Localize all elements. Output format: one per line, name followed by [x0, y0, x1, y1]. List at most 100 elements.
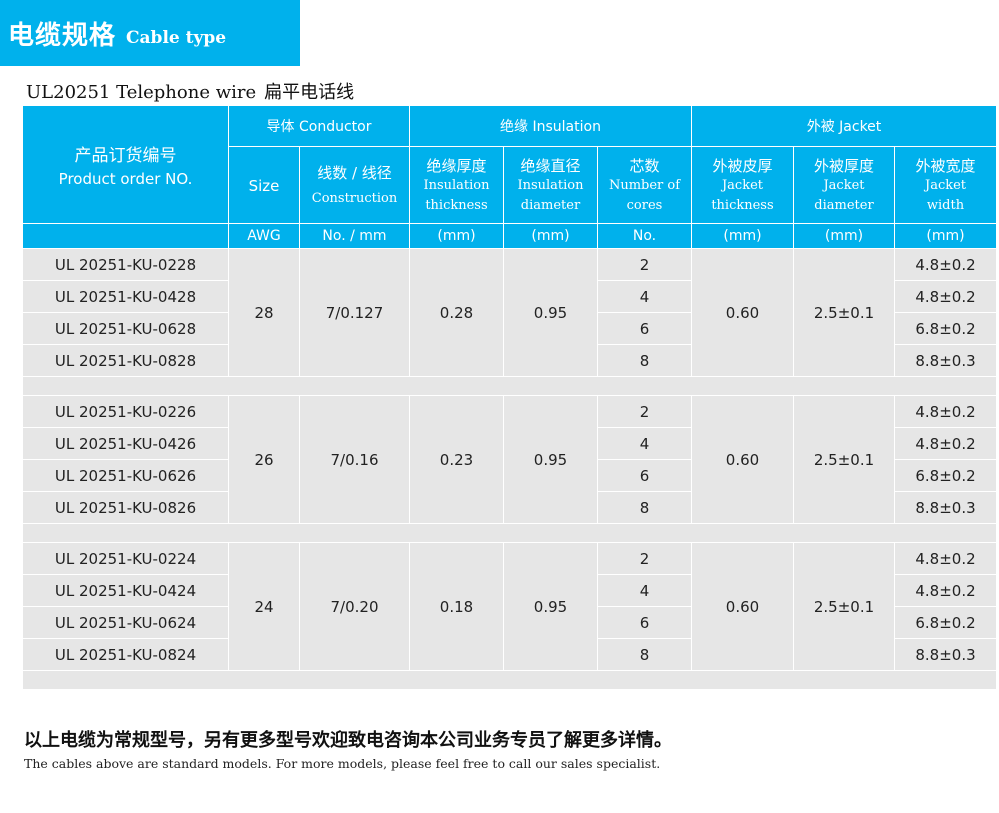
cores-en1: Number of	[608, 177, 681, 193]
unit-cell: No.	[597, 223, 692, 249]
jk-dia-zh: 外被厚度	[813, 156, 874, 175]
jacket-thickness-header: 外被皮厚 Jacket thickness	[691, 146, 794, 224]
jacket-diameter-cell: 2.5±0.1	[793, 395, 895, 524]
insulation-thickness-header: 绝缘厚度 Insulation thickness	[409, 146, 504, 224]
product-code-cell: UL 20251-KU-0826	[22, 491, 229, 524]
table-row: UL 20251-KU-0226 26 7/0.16 0.23 0.95 2 0.60 2.5…	[22, 395, 998, 524]
group-spacer-row	[21, 670, 998, 690]
subtitle-model-zh: 扁平电话线	[264, 82, 355, 103]
product-code-cell: UL 20251-KU-0824	[22, 638, 229, 671]
cores-cell: 4	[597, 574, 692, 607]
awg-cell: 24	[228, 542, 300, 671]
insulation-thickness-cell: 0.18	[409, 542, 504, 671]
table-row: UL 20251-KU-0224 24 7/0.20 0.18 0.95 2 0.60 2.5…	[22, 542, 998, 671]
product-code-cell: UL 20251-KU-0224	[22, 542, 229, 575]
ins-thk-en1: Insulation	[423, 177, 490, 193]
jacket-width-header: 外被宽度 Jacket width	[893, 146, 998, 224]
note-zh: 以上电缆为常规型号，另有更多型号欢迎致电咨询本公司业务专员了解更多详情。	[24, 730, 672, 751]
jk-thk-en2: thickness	[711, 197, 774, 213]
table-row: UL 20251-KU-0228 28 7/0.127 0.28 0.95 2 0.60 2.…	[22, 248, 998, 377]
group-spacer-row	[21, 376, 998, 396]
group-spacer-cell	[21, 376, 998, 396]
construction-cell: 7/0.20	[299, 542, 410, 671]
insulation-diameter-cell: 0.95	[503, 542, 598, 671]
spec-table-body: UL 20251-KU-0228 28 7/0.127 0.28 0.95 2 0.60 2.…	[21, 248, 998, 690]
product-code-cell: UL 20251-KU-0424	[22, 574, 229, 607]
jacket-width-cell: 6.8±0.2	[893, 606, 998, 639]
size-header: Size	[228, 146, 300, 224]
group-spacer-cell	[21, 523, 998, 543]
ins-dia-zh: 绝缘直径	[520, 156, 581, 175]
product-code-cell: UL 20251-KU-0626	[22, 459, 229, 492]
ins-dia-en2: diameter	[520, 197, 581, 213]
jacket-width-cell: 8.8±0.3	[893, 491, 998, 524]
banner-title-zh: 电缆规格	[8, 20, 117, 51]
banner-title-en: Cable type	[126, 28, 227, 48]
product-order-header: 产品订货编号 Product order NO.	[22, 105, 229, 224]
construction-en: Construction	[311, 190, 398, 206]
product-code-cell: UL 20251-KU-0228	[22, 248, 229, 281]
cores-cell: 4	[597, 280, 692, 313]
jacket-width-cell: 8.8±0.3	[893, 638, 998, 671]
jk-dia-en1: Jacket	[823, 177, 865, 193]
cores-cell: 2	[597, 248, 692, 281]
cores-cell: 6	[597, 312, 692, 345]
unit-cell: (mm)	[893, 223, 998, 249]
product-header-en: Product order NO.	[58, 170, 193, 188]
unit-cell: No. / mm	[299, 223, 410, 249]
jk-dia-en2: diameter	[814, 197, 874, 213]
spec-table: 产品订货编号 Product order NO. 导体 Conductor 绝缘…	[21, 105, 998, 690]
jacket-width-cell: 4.8±0.2	[893, 574, 998, 607]
unit-cell: (mm)	[409, 223, 504, 249]
ins-thk-zh: 绝缘厚度	[426, 156, 487, 175]
cores-cell: 8	[597, 491, 692, 524]
insulation-diameter-cell: 0.95	[503, 395, 598, 524]
insulation-diameter-cell: 0.95	[503, 248, 598, 377]
cores-cell: 6	[597, 606, 692, 639]
product-code-cell: UL 20251-KU-0226	[22, 395, 229, 428]
cores-cell: 4	[597, 427, 692, 460]
conductor-group-header: 导体 Conductor	[228, 105, 410, 147]
unit-cell: AWG	[228, 223, 300, 249]
construction-cell: 7/0.16	[299, 395, 410, 524]
cores-cell: 2	[597, 395, 692, 428]
jacket-diameter-cell: 2.5±0.1	[793, 542, 895, 671]
jacket-thickness-cell: 0.60	[691, 248, 794, 377]
cores-en2: cores	[626, 197, 663, 213]
awg-cell: 26	[228, 395, 300, 524]
jacket-width-cell: 4.8±0.2	[893, 427, 998, 460]
section-banner: 电缆规格 Cable type	[0, 0, 300, 66]
jk-thk-en1: Jacket	[721, 177, 764, 193]
jacket-width-cell: 4.8±0.2	[893, 248, 998, 281]
awg-cell: 28	[228, 248, 300, 377]
group-spacer-cell	[21, 670, 998, 690]
insulation-thickness-cell: 0.23	[409, 395, 504, 524]
cores-cell: 8	[597, 344, 692, 377]
jacket-diameter-cell: 2.5±0.1	[793, 248, 895, 377]
ins-dia-en1: Insulation	[517, 177, 584, 193]
product-code-cell: UL 20251-KU-0628	[22, 312, 229, 345]
cores-zh: 芯数	[629, 156, 660, 175]
product-code-cell: UL 20251-KU-0428	[22, 280, 229, 313]
cores-cell: 6	[597, 459, 692, 492]
jacket-group-header: 外被 Jacket	[690, 105, 998, 147]
insulation-group-header: 绝缘 Insulation	[409, 105, 692, 147]
construction-cell: 7/0.127	[299, 248, 410, 377]
product-code-cell: UL 20251-KU-0624	[22, 606, 229, 639]
jacket-width-cell: 6.8±0.2	[893, 312, 998, 345]
insulation-diameter-header: 绝缘直径 Insulation diameter	[503, 146, 598, 224]
product-subtitle: UL20251 Telephone wire 扁平电话线	[26, 78, 354, 104]
note-en: The cables above are standard models. Fo…	[24, 756, 661, 771]
jk-thk-zh: 外被皮厚	[712, 156, 773, 175]
subtitle-model-en: UL20251 Telephone wire	[26, 82, 257, 103]
construction-header: 线数 / 线径 Construction	[299, 146, 410, 224]
jacket-diameter-header: 外被厚度 Jacket diameter	[793, 146, 895, 224]
units-blank	[22, 223, 229, 249]
jk-w-en2: width	[926, 197, 965, 213]
product-code-cell: UL 20251-KU-0828	[22, 344, 229, 377]
jacket-thickness-cell: 0.60	[691, 395, 794, 524]
jacket-width-cell: 6.8±0.2	[893, 459, 998, 492]
product-header-zh: 产品订货编号	[74, 146, 177, 166]
ins-thk-en2: thickness	[425, 197, 488, 213]
cores-cell: 8	[597, 638, 692, 671]
